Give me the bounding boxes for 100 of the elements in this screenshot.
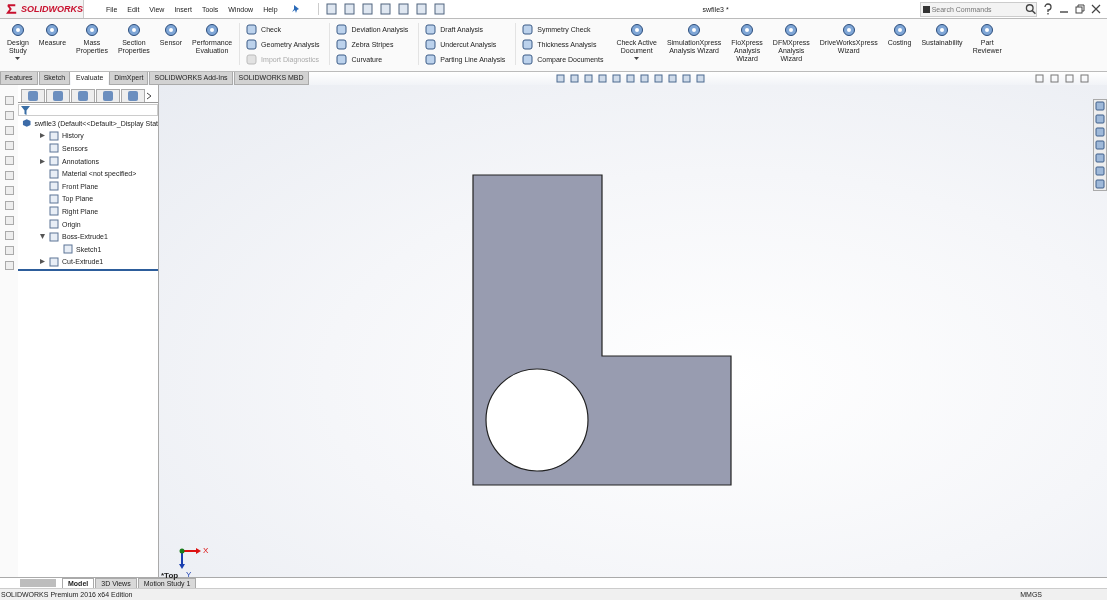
- view-tool-icon[interactable]: [666, 73, 679, 84]
- restore-icon[interactable]: [1075, 4, 1085, 14]
- view-icon[interactable]: [3, 155, 15, 166]
- view-tool-icon[interactable]: [652, 73, 665, 84]
- close-icon[interactable]: [1091, 4, 1101, 14]
- command-prompt-icon: [923, 5, 930, 13]
- task-pane-icon[interactable]: [1094, 178, 1106, 190]
- tool-icon: [246, 53, 258, 65]
- feature-icon: [49, 168, 59, 179]
- view-icon[interactable]: [3, 260, 15, 271]
- tool-icon: [246, 38, 258, 50]
- view-tool-icon[interactable]: [680, 73, 693, 84]
- tool-icon: [629, 23, 644, 37]
- view-tool-icon[interactable]: [568, 73, 581, 84]
- panel-tab-icon[interactable]: [96, 89, 120, 102]
- view-icon[interactable]: [3, 140, 15, 151]
- tool-icon: [841, 23, 856, 37]
- expand-arrow-icon[interactable]: [40, 158, 45, 164]
- view-tool-icon[interactable]: [624, 73, 637, 84]
- panel-tab-icon[interactable]: [21, 89, 45, 102]
- feature-icon: [49, 256, 59, 267]
- feature-icon: [49, 219, 59, 230]
- view-icon[interactable]: [3, 230, 15, 241]
- task-pane-icon[interactable]: [1094, 139, 1106, 151]
- toolbar-icon[interactable]: [396, 3, 411, 15]
- pin-icon[interactable]: [291, 4, 300, 14]
- view-icon[interactable]: [3, 110, 15, 121]
- panel-tab-icon[interactable]: [46, 89, 70, 102]
- task-pane-icon[interactable]: [1094, 100, 1106, 112]
- feature-icon: [49, 206, 59, 217]
- tool-icon: [522, 23, 534, 35]
- tool-icon: [935, 23, 949, 37]
- part-icon: [22, 118, 32, 129]
- tool-icon: [126, 23, 141, 37]
- tool-icon: [425, 38, 437, 50]
- view-icon[interactable]: [3, 200, 15, 211]
- view-icon[interactable]: [3, 170, 15, 181]
- feature-icon: [49, 231, 59, 242]
- help-icon[interactable]: [1043, 3, 1053, 15]
- tool-icon: [784, 23, 799, 37]
- task-pane-icon[interactable]: [1094, 113, 1106, 125]
- tool-icon: [246, 23, 258, 35]
- tool-icon: [85, 23, 99, 37]
- tool-icon: [522, 53, 534, 65]
- tool-icon: [980, 23, 995, 37]
- view-icon[interactable]: [3, 95, 15, 106]
- search-icon[interactable]: [1024, 3, 1036, 15]
- axis-label: X: [203, 547, 209, 555]
- tool-icon: [892, 23, 907, 37]
- caret-icon: [634, 57, 640, 60]
- feature-icon: [49, 181, 59, 192]
- tool-icon: [205, 23, 220, 37]
- view-tool-icon[interactable]: [610, 73, 623, 84]
- tool-icon: [687, 23, 702, 37]
- tool-icon: [425, 53, 437, 65]
- toolbar-icon[interactable]: [378, 3, 393, 15]
- view-icon[interactable]: [3, 125, 15, 136]
- logo-text: SOLIDWORKS: [21, 4, 83, 14]
- tool-icon: [740, 23, 755, 37]
- toolbar-icon[interactable]: [432, 3, 447, 15]
- tool-icon: [522, 38, 534, 50]
- toolbar-icon[interactable]: [342, 3, 357, 15]
- view-icon[interactable]: [3, 185, 15, 196]
- view-icon[interactable]: [3, 245, 15, 256]
- feature-icon: [63, 244, 73, 255]
- task-pane-icon[interactable]: [1094, 152, 1106, 164]
- tool-icon: [336, 23, 348, 35]
- feature-icon: [49, 156, 59, 167]
- view-tool-icon[interactable]: [638, 73, 651, 84]
- panel-tab-icon[interactable]: [71, 89, 95, 102]
- tool-icon: [336, 38, 348, 50]
- toolbar-icon[interactable]: [414, 3, 429, 15]
- filter-icon: [21, 105, 30, 115]
- feature-icon: [49, 143, 59, 154]
- toolbar-icon[interactable]: [360, 3, 375, 15]
- feature-icon: [49, 130, 59, 141]
- task-pane-icon[interactable]: [1094, 165, 1106, 177]
- toolbar-icon[interactable]: [324, 3, 339, 15]
- caret-icon: [15, 57, 21, 60]
- view-tool-icon[interactable]: [554, 73, 567, 84]
- view-orientation-label: *Top: [161, 571, 179, 580]
- tool-icon: [10, 23, 25, 37]
- tool-icon: [163, 23, 178, 37]
- view-tool-icon[interactable]: [596, 73, 609, 84]
- view-tool-icon[interactable]: [694, 73, 707, 84]
- expand-arrow-icon[interactable]: [40, 259, 45, 265]
- feature-icon: [49, 193, 59, 204]
- expand-arrow-icon[interactable]: [40, 133, 45, 139]
- axis-label: Y: [186, 571, 192, 579]
- tool-icon: [425, 23, 437, 35]
- tool-icon: [336, 53, 348, 65]
- expand-arrow-icon[interactable]: [40, 234, 45, 240]
- app-logo[interactable]: SOLIDWORKS: [0, 0, 84, 18]
- task-pane-icon[interactable]: [1094, 126, 1106, 138]
- view-icon[interactable]: [3, 215, 15, 226]
- tool-icon: [45, 23, 60, 37]
- logo-icon: [6, 3, 19, 15]
- view-tool-icon[interactable]: [582, 73, 595, 84]
- chevron-icon[interactable]: [146, 91, 152, 100]
- filter-field[interactable]: [18, 104, 158, 116]
